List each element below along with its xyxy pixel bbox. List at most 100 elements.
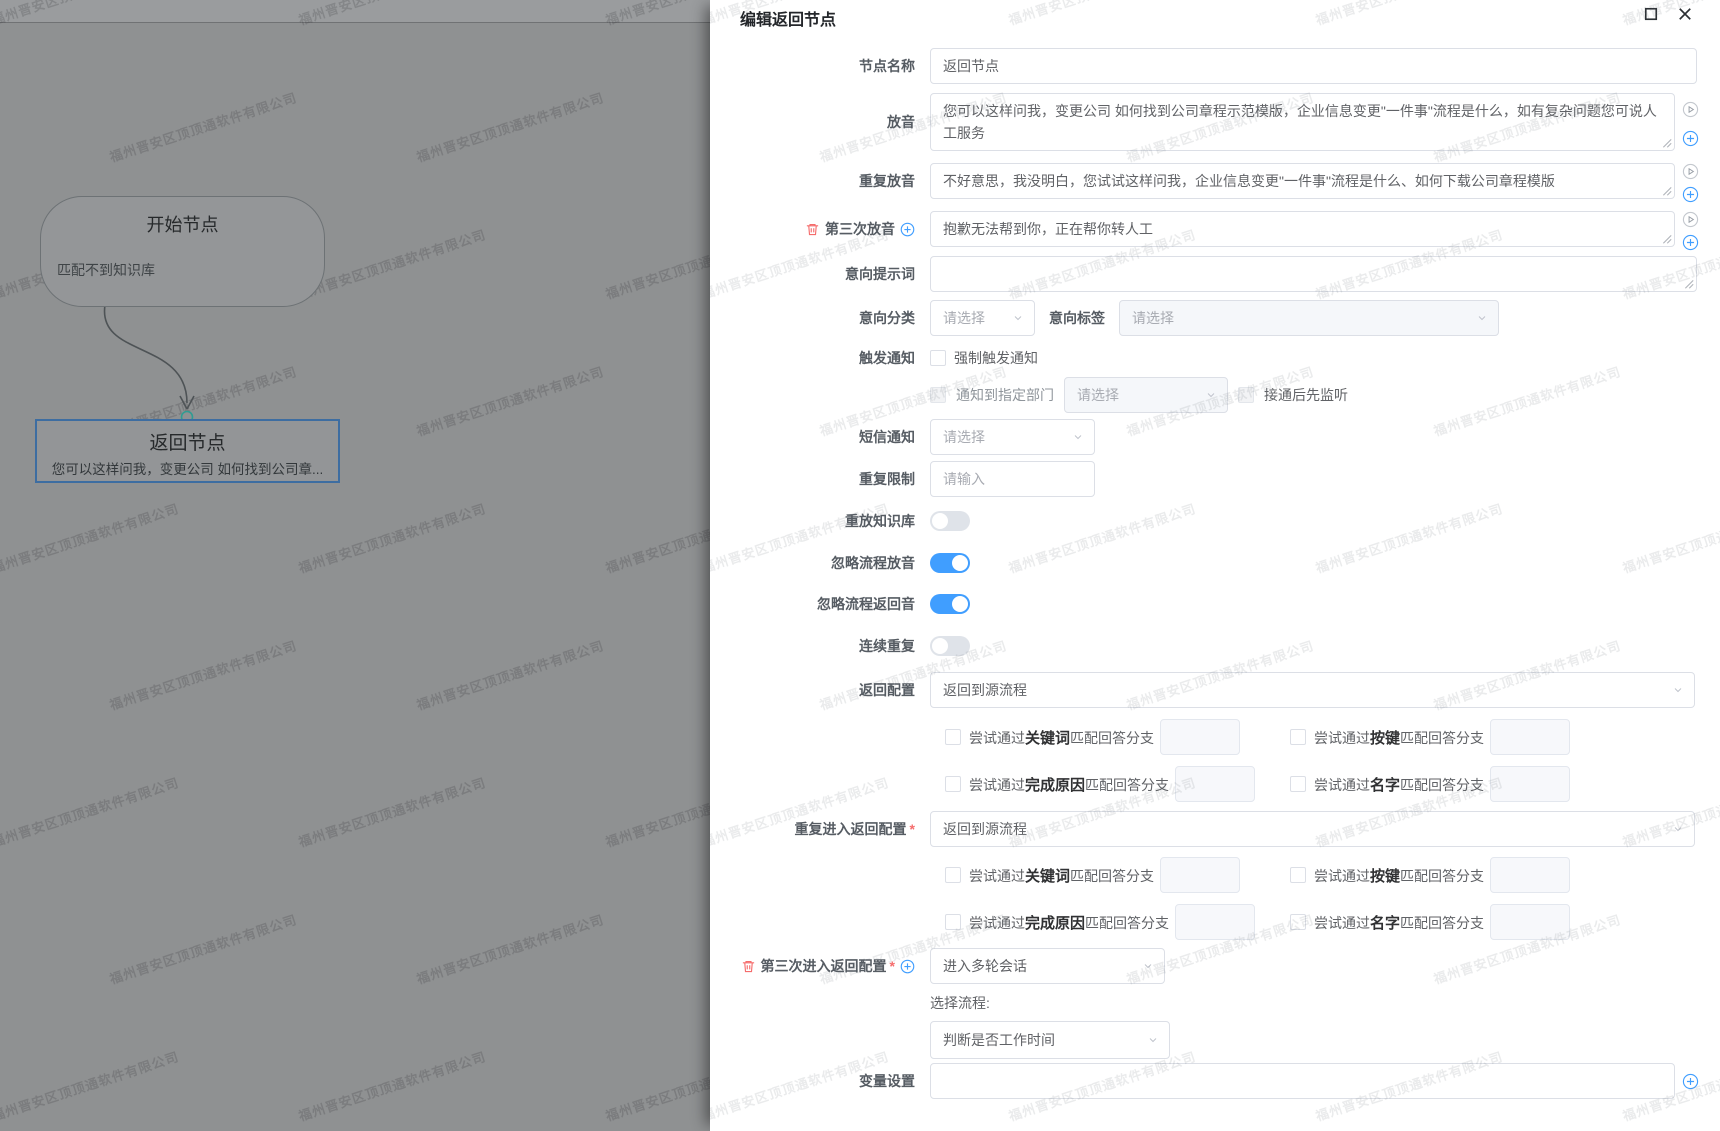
chevron-down-icon [1147,1034,1159,1046]
add-variable-icon[interactable] [1682,1073,1699,1090]
var-setting-label: 变量设置 [710,1071,930,1091]
sms-notify-label: 短信通知 [710,427,930,447]
chevron-down-icon [1672,684,1684,696]
branch-value-input[interactable] [1490,766,1570,802]
delete-third-return-icon[interactable] [741,959,756,974]
branch-option-按键: 尝试通过按键匹配回答分支 [1290,857,1570,893]
listen-first-checkbox[interactable] [1238,387,1254,403]
third-play-preview-icon[interactable] [1682,211,1699,228]
intent-class-label: 意向分类 [710,308,930,328]
intent-prompt-label: 意向提示词 [710,264,930,284]
branch-checkbox[interactable] [945,867,961,883]
branch-value-input[interactable] [1175,766,1255,802]
branch-option-关键词: 尝试通过关键词匹配回答分支 [945,857,1240,893]
branch-value-input[interactable] [1490,719,1570,755]
repeat-limit-input[interactable] [930,461,1095,497]
branch-value-input[interactable] [1490,904,1570,940]
replay-kb-toggle[interactable] [930,511,970,531]
repeat-return-config-label: 重复进入返回配置 [795,819,907,839]
delete-third-play-icon[interactable] [805,222,820,237]
intent-prompt-textarea[interactable] [930,256,1697,292]
edit-form: 节点名称 放音 您可以这样问我，变更公司 如何找到公司章程示范模版，企业信息变更… [710,0,1720,1131]
chevron-down-icon [1205,389,1217,401]
branch-option-按键: 尝试通过按键匹配回答分支 [1290,719,1570,755]
chevron-down-icon [1476,312,1488,324]
third-play-label: 第三次放音 [825,219,895,239]
play-audio-add-icon[interactable] [1682,130,1699,147]
select-flow-label: 选择流程: [930,993,990,1013]
return-config-select[interactable]: 返回到源流程 [930,672,1695,708]
branch-checkbox[interactable] [1290,776,1306,792]
ignore-flow-return-label: 忽略流程返回音 [710,594,930,614]
play-audio-preview-icon[interactable] [1682,101,1699,118]
branch-checkbox[interactable] [1290,729,1306,745]
third-play-add2-icon[interactable] [1682,234,1699,251]
branch-option-关键词: 尝试通过关键词匹配回答分支 [945,719,1240,755]
intent-class-select[interactable]: 请选择 [930,300,1035,336]
force-trigger-option-label: 强制触发通知 [954,348,1038,368]
chevron-down-icon [1072,431,1084,443]
third-return-config-label: 第三次进入返回配置 [761,956,887,976]
node-name-input[interactable] [930,48,1697,84]
third-return-config-select[interactable]: 进入多轮会话 [930,948,1165,984]
start-node[interactable]: 开始节点 匹配不到知识库 [40,196,325,307]
branch-checkbox[interactable] [945,729,961,745]
branch-value-input[interactable] [1175,904,1255,940]
sms-notify-select[interactable]: 请选择 [930,419,1095,455]
flow-canvas[interactable]: 福州晋安区顶顶通软件有限公司福州晋安区顶顶通软件有限公司福州晋安区顶顶通软件有限… [0,0,710,1131]
branch-option-完成原因: 尝试通过完成原因匹配回答分支 [945,904,1255,940]
third-play-textarea[interactable]: 抱歉无法帮到你，正在帮你转人工 [930,211,1675,247]
trigger-notify-label: 触发通知 [710,348,930,368]
branch-option-text: 尝试通过关键词匹配回答分支 [969,727,1154,748]
repeat-limit-label: 重复限制 [710,469,930,489]
intent-tag-select[interactable]: 请选择 [1119,300,1499,336]
ignore-flow-play-toggle[interactable] [930,553,970,573]
branch-option-text: 尝试通过按键匹配回答分支 [1314,727,1484,748]
repeat-return-branch-options: 尝试通过关键词匹配回答分支 尝试通过按键匹配回答分支尝试通过完成原因匹配回答分支 尝… [710,857,1720,951]
replay-kb-label: 重放知识库 [710,511,930,531]
play-audio-textarea[interactable]: 您可以这样问我，变更公司 如何找到公司章程示范模版，企业信息变更"一件事"流程是… [930,93,1675,151]
repeat-return-config-select[interactable]: 返回到源流程 [930,811,1695,847]
repeat-play-add-icon[interactable] [1682,186,1699,203]
required-asterisk: * [890,958,895,974]
chevron-down-icon [1142,960,1154,972]
branch-checkbox[interactable] [1290,867,1306,883]
chevron-down-icon [1672,823,1684,835]
branch-option-完成原因: 尝试通过完成原因匹配回答分支 [945,766,1255,802]
branch-value-input[interactable] [1490,857,1570,893]
add-third-return-icon[interactable] [900,959,915,974]
start-node-port-label: 匹配不到知识库 [57,260,155,280]
branch-option-text: 尝试通过名字匹配回答分支 [1314,774,1484,795]
repeat-play-preview-icon[interactable] [1682,163,1699,180]
edit-return-node-dialog: 编辑返回节点 节点名称 放音 您可以这样问我，变更公司 如何找到公司章程示范模版… [710,0,1720,1131]
branch-option-text: 尝试通过按键匹配回答分支 [1314,865,1484,886]
var-setting-input[interactable] [930,1063,1675,1099]
continuous-repeat-label: 连续重复 [710,636,930,656]
add-third-play-icon[interactable] [900,222,915,237]
notify-dept-checkbox[interactable] [930,387,946,403]
return-config-branch-options: 尝试通过关键词匹配回答分支 尝试通过按键匹配回答分支尝试通过完成原因匹配回答分支 尝… [710,719,1720,813]
branch-checkbox[interactable] [945,776,961,792]
branch-checkbox[interactable] [1290,914,1306,930]
start-node-title: 开始节点 [41,211,324,237]
return-node-preview: 您可以这样问我，变更公司 如何找到公司章... [37,458,338,478]
flow-edge [0,0,710,1131]
branch-option-text: 尝试通过完成原因匹配回答分支 [969,912,1169,933]
return-node[interactable]: 返回节点 您可以这样问我，变更公司 如何找到公司章... [35,419,340,483]
branch-option-text: 尝试通过完成原因匹配回答分支 [969,774,1169,795]
listen-first-option-label: 接通后先监听 [1264,385,1348,405]
branch-value-input[interactable] [1160,719,1240,755]
intent-tag-label: 意向标签 [1049,308,1105,328]
return-config-label: 返回配置 [710,680,930,700]
force-trigger-checkbox[interactable] [930,350,946,366]
branch-value-input[interactable] [1160,857,1240,893]
continuous-repeat-toggle[interactable] [930,636,970,656]
branch-checkbox[interactable] [945,914,961,930]
flow-select[interactable]: 判断是否工作时间 [930,1021,1170,1059]
branch-option-text: 尝试通过名字匹配回答分支 [1314,912,1484,933]
chevron-down-icon [1012,312,1024,324]
repeat-play-textarea[interactable]: 不好意思，我没明白，您试试这样问我，企业信息变更"一件事"流程是什么、如何下载公… [930,163,1675,199]
notify-dept-select[interactable]: 请选择 [1064,377,1228,413]
ignore-flow-return-toggle[interactable] [930,594,970,614]
play-audio-label: 放音 [710,112,930,132]
